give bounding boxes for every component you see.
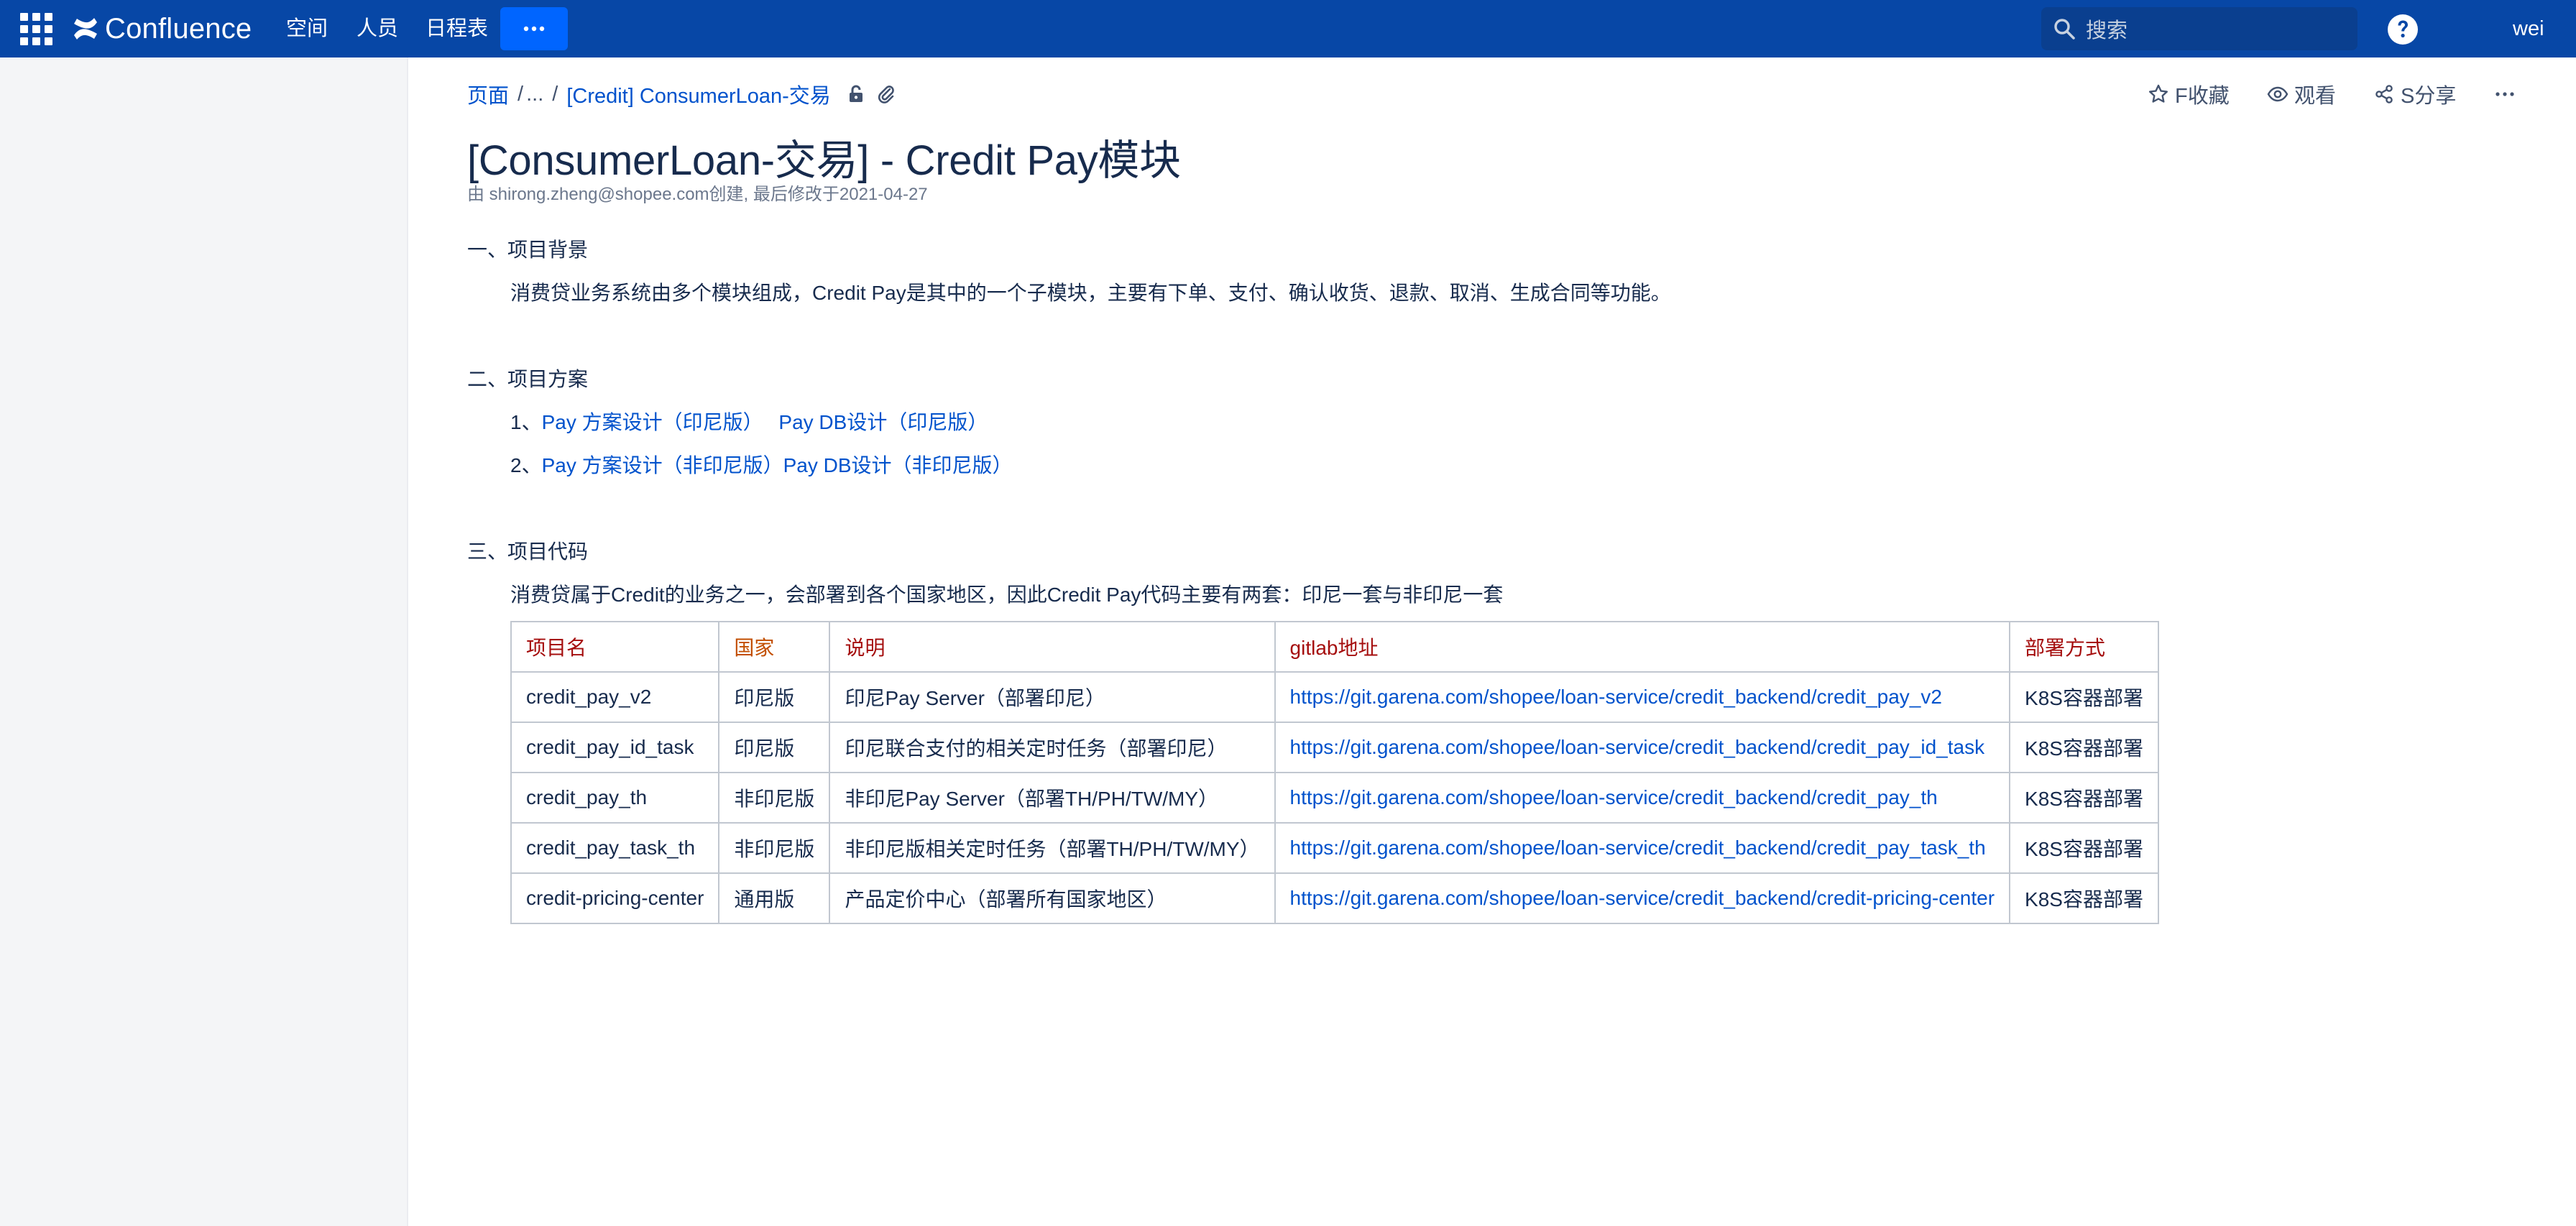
cell-project: credit_pay_id_task [510, 722, 720, 773]
confluence-logo[interactable]: Confluence [72, 10, 252, 47]
solution-list-item: 1、Pay 方案设计（印尼版） Pay DB设计（印尼版） [510, 407, 988, 435]
cell-project: credit_pay_th [510, 772, 720, 824]
cell-country: 通用版 [718, 872, 831, 924]
gitlab-link[interactable]: https://git.garena.com/shopee/loan-servi… [1290, 686, 1942, 708]
search-placeholder: 搜索 [2086, 19, 2128, 42]
cell-deployment: K8S容器部署 [2009, 822, 2159, 874]
cell-project: credit_pay_v2 [510, 671, 720, 723]
table-row: credit_pay_task_th 非印尼版 非印尼版相关定时任务（部署TH/… [510, 822, 2159, 874]
column-header-gitlab: gitlab地址 [1274, 621, 2011, 673]
table-row: credit_pay_id_task 印尼版 印尼联合支付的相关定时任务（部署印… [510, 722, 2159, 773]
cell-country: 非印尼版 [718, 772, 831, 824]
cell-deployment: K8S容器部署 [2009, 671, 2159, 723]
cell-description: 产品定价中心（部署所有国家地区） [829, 872, 1276, 924]
cell-country: 印尼版 [718, 671, 831, 723]
cell-project: credit_pay_task_th [510, 822, 720, 874]
section-heading-background: 一、项目背景 [467, 239, 589, 261]
confluence-logo-icon [74, 18, 97, 40]
star-icon [2149, 84, 2168, 103]
section-heading-code: 三、项目代码 [467, 540, 589, 563]
search-input[interactable]: 搜索 [2041, 7, 2358, 50]
cell-gitlab: https://git.garena.com/shopee/loan-servi… [1274, 671, 2011, 723]
gitlab-link[interactable]: https://git.garena.com/shopee/loan-servi… [1290, 786, 1938, 808]
link-pay-design-indonesia[interactable]: Pay 方案设计（印尼版） [542, 411, 763, 433]
link-pay-db-design-indonesia[interactable]: Pay DB设计（印尼版） [778, 411, 988, 433]
cell-gitlab: https://git.garena.com/shopee/loan-servi… [1274, 872, 2011, 924]
cell-deployment: K8S容器部署 [2009, 772, 2159, 824]
column-header-project: 项目名 [510, 621, 720, 673]
project-table: 项目名 国家 说明 gitlab地址 部署方式 credit_pay_v2 印尼… [510, 621, 2159, 924]
table-row: credit_pay_th 非印尼版 非印尼Pay Server（部署TH/PH… [510, 772, 2159, 824]
cell-country: 非印尼版 [718, 822, 831, 874]
share-label: S分享 [2401, 85, 2457, 108]
more-button[interactable] [500, 7, 568, 50]
table-row: credit_pay_v2 印尼版 印尼Pay Server（部署印尼） htt… [510, 671, 2159, 723]
cell-description: 非印尼版相关定时任务（部署TH/PH/TW/MY） [829, 822, 1276, 874]
cell-description: 印尼Pay Server（部署印尼） [829, 671, 1276, 723]
nav-calendars[interactable]: 日程表 [426, 13, 488, 45]
cell-gitlab: https://git.garena.com/shopee/loan-servi… [1274, 822, 2011, 874]
cell-deployment: K8S容器部署 [2009, 722, 2159, 773]
gitlab-link[interactable]: https://git.garena.com/shopee/loan-servi… [1290, 736, 1985, 758]
app-switcher-icon[interactable] [19, 11, 55, 47]
help-icon[interactable] [2386, 13, 2419, 46]
ellipsis-icon [523, 26, 545, 32]
column-header-deployment: 部署方式 [2009, 621, 2159, 673]
logo-text: Confluence [105, 12, 252, 45]
user-profile-menu[interactable]: wei [2513, 13, 2576, 45]
nav-people[interactable]: 人员 [356, 13, 398, 45]
page-actions: F收藏 观看 S分享 [408, 78, 2576, 111]
share-icon [2375, 85, 2393, 103]
cell-project: credit-pricing-center [510, 872, 720, 924]
favorite-label: F收藏 [2175, 85, 2230, 108]
favorite-button[interactable]: F收藏 [2148, 78, 2230, 111]
list-item-prefix: 2、 [510, 454, 542, 476]
link-pay-design-non-indonesia[interactable]: Pay 方案设计（非印尼版） [542, 454, 783, 476]
cell-description: 非印尼Pay Server（部署TH/PH/TW/MY） [829, 772, 1276, 824]
space-sidebar [0, 57, 408, 1226]
column-header-country: 国家 [718, 621, 831, 673]
top-navigation-bar: Confluence 空间 人员 日程表 搜索 wei [0, 0, 2576, 57]
solution-list-item: 2、Pay 方案设计（非印尼版）Pay DB设计（非印尼版） [510, 450, 1013, 479]
section-heading-solution: 二、项目方案 [467, 368, 589, 390]
page-title: [ConsumerLoan-交易] - Credit Pay模块 [467, 137, 1181, 184]
search-icon [2054, 19, 2075, 40]
watch-label: 观看 [2294, 85, 2337, 108]
cell-gitlab: https://git.garena.com/shopee/loan-servi… [1274, 722, 2011, 773]
cell-country: 印尼版 [718, 722, 831, 773]
section-text-code: 消费贷属于Credit的业务之一，会部署到各个国家地区，因此Credit Pay… [510, 584, 1504, 606]
cell-deployment: K8S容器部署 [2009, 872, 2159, 924]
table-header-row: 项目名 国家 说明 gitlab地址 部署方式 [510, 621, 2159, 673]
more-actions-button[interactable] [2494, 78, 2516, 111]
list-item-prefix: 1、 [510, 411, 542, 433]
page-content-area: 页面 / ... / [Credit] ConsumerLoan-交易 F收藏 … [408, 57, 2576, 1226]
link-pay-db-design-non-indonesia[interactable]: Pay DB设计（非印尼版） [783, 454, 1013, 476]
page-byline: 由 shirong.zheng@shopee.com创建, 最后修改于2021-… [467, 185, 928, 204]
nav-spaces[interactable]: 空间 [286, 13, 328, 45]
column-header-description: 说明 [829, 621, 1276, 673]
watch-button[interactable]: 观看 [2267, 78, 2336, 111]
section-text-background: 消费贷业务系统由多个模块组成，Credit Pay是其中的一个子模块，主要有下单… [510, 282, 1671, 304]
cell-description: 印尼联合支付的相关定时任务（部署印尼） [829, 722, 1276, 773]
gitlab-link[interactable]: https://git.garena.com/shopee/loan-servi… [1290, 836, 1986, 859]
cell-gitlab: https://git.garena.com/shopee/loan-servi… [1274, 772, 2011, 824]
ellipsis-icon [2496, 92, 2514, 96]
table-row: credit-pricing-center 通用版 产品定价中心（部署所有国家地… [510, 872, 2159, 924]
gitlab-link[interactable]: https://git.garena.com/shopee/loan-servi… [1290, 887, 1995, 909]
eye-icon [2267, 86, 2288, 102]
share-button[interactable]: S分享 [2373, 78, 2456, 111]
